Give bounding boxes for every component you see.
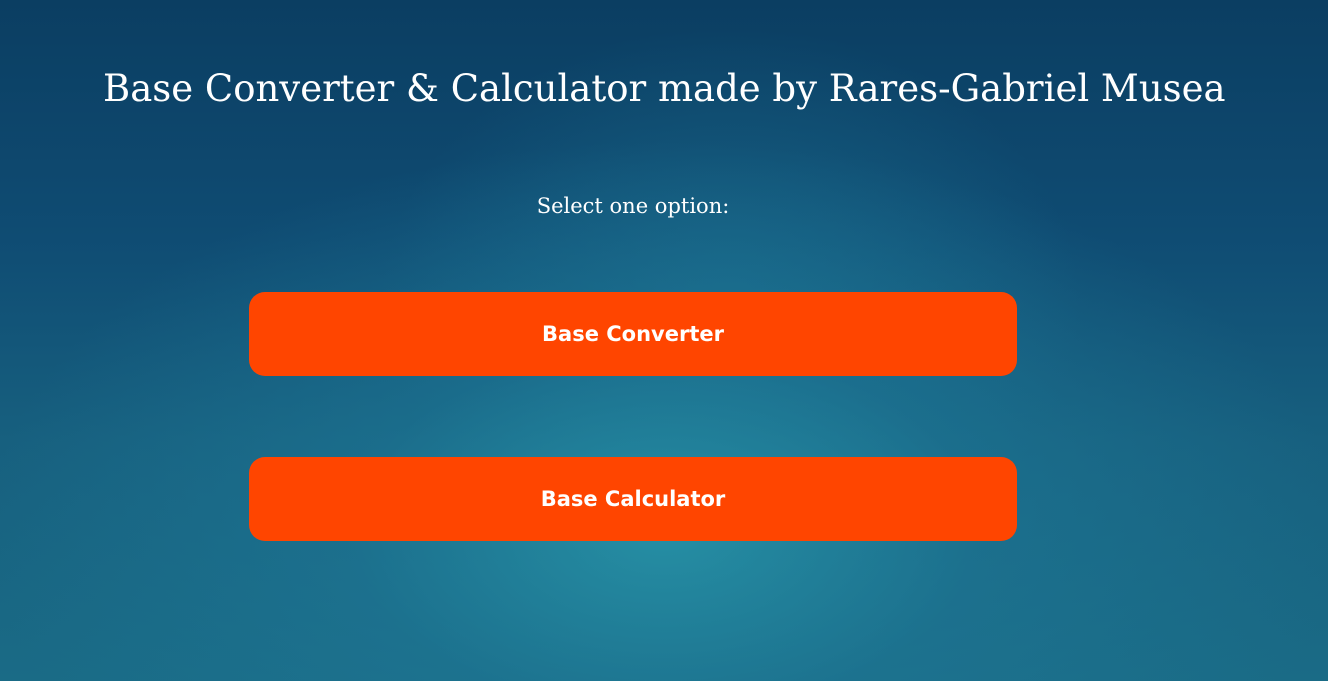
select-option-prompt: Select one option: <box>536 194 730 218</box>
page-title: Base Converter & Calculator made by Rare… <box>103 67 1226 110</box>
base-converter-button[interactable]: Base Converter <box>249 292 1017 376</box>
base-converter-button-label: Base Converter <box>542 322 724 346</box>
base-calculator-button-label: Base Calculator <box>540 487 726 511</box>
base-calculator-button[interactable]: Base Calculator <box>249 457 1017 541</box>
